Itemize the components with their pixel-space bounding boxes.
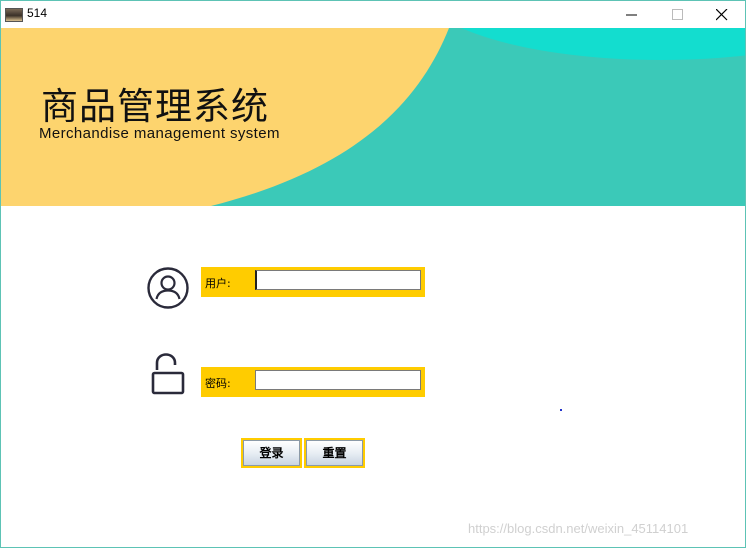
app-icon xyxy=(5,8,23,22)
user-circle-icon xyxy=(147,267,189,309)
title-bar[interactable]: 514 xyxy=(1,1,745,28)
reset-button[interactable]: 重置 xyxy=(304,438,365,468)
username-field-row: 用户: xyxy=(201,267,425,297)
username-input[interactable] xyxy=(255,270,421,290)
header-banner: 商品管理系统 Merchandise management system xyxy=(1,28,745,206)
reset-button-label: 重置 xyxy=(306,440,363,466)
login-button-label: 登录 xyxy=(243,440,300,466)
close-icon xyxy=(716,9,728,21)
maximize-icon xyxy=(672,9,683,20)
stray-dot xyxy=(560,409,562,411)
watermark-text: https://blog.csdn.net/weixin_45114101 xyxy=(468,521,689,536)
login-button[interactable]: 登录 xyxy=(241,438,302,468)
minimize-icon xyxy=(626,14,637,16)
minimize-button[interactable] xyxy=(609,1,655,28)
unlock-icon xyxy=(151,353,185,395)
close-button[interactable] xyxy=(699,1,745,28)
app-title: 商品管理系统 xyxy=(41,85,269,128)
password-field-row: 密码: xyxy=(201,367,425,397)
login-window: 514 商品管理系统 Merchandise management system xyxy=(0,0,746,548)
password-label: 密码: xyxy=(205,377,231,390)
username-label: 用户: xyxy=(205,277,231,290)
maximize-button[interactable] xyxy=(655,1,701,28)
window-title: 514 xyxy=(27,6,48,20)
app-subtitle: Merchandise management system xyxy=(39,125,280,142)
password-input[interactable] xyxy=(255,370,421,390)
